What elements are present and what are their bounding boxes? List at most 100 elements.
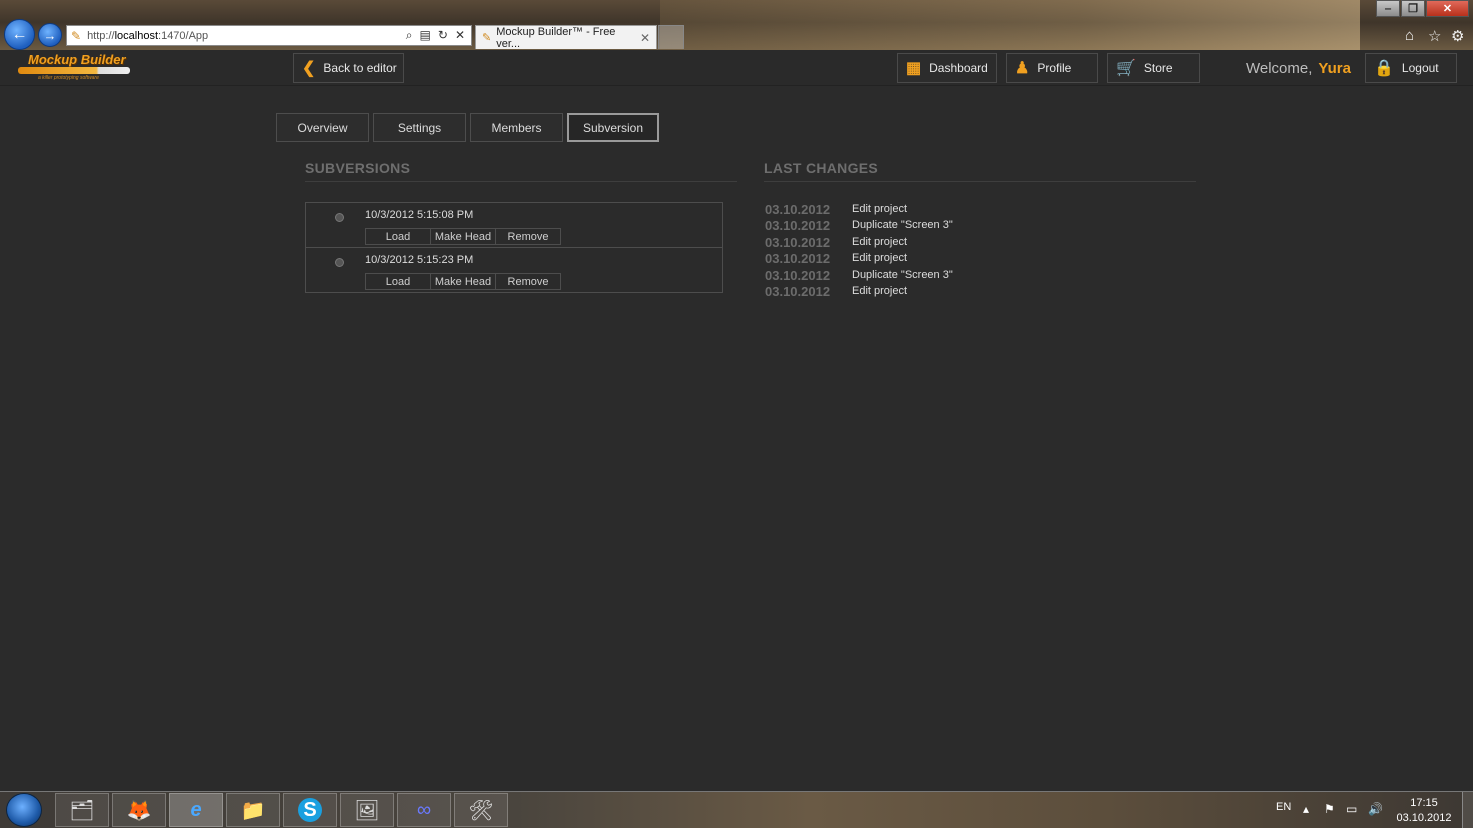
- window-background: [660, 0, 1360, 50]
- load-button[interactable]: Load: [365, 273, 431, 290]
- change-action: Edit project: [852, 236, 908, 248]
- action-center-flag-icon[interactable]: ⚑: [1324, 802, 1335, 816]
- search-icon[interactable]: ⌕: [406, 28, 413, 43]
- change-date: 03.10.2012: [765, 251, 831, 266]
- back-to-editor-label: Back to editor: [323, 61, 397, 75]
- subversion-item: 10/3/2012 5:15:08 PM Load Make Head Remo…: [305, 202, 723, 248]
- tab-title: Mockup Builder™ - Free ver...: [496, 25, 616, 50]
- logout-button[interactable]: 🔒 Logout: [1365, 53, 1457, 83]
- logo-title: Mockup Builder: [28, 52, 126, 67]
- user-name: Yura: [1318, 60, 1351, 77]
- chevron-left-icon: ❮: [302, 60, 316, 77]
- welcome-message: Welcome, Yura: [1246, 60, 1351, 77]
- infinity-app-icon[interactable]: ∞: [397, 793, 451, 827]
- clock-date: 03.10.2012: [1396, 812, 1452, 824]
- start-button[interactable]: [6, 793, 42, 827]
- last-changes-heading: LAST CHANGES: [764, 160, 879, 176]
- shopping-cart-icon: 🛒: [1116, 60, 1136, 77]
- back-to-editor-button[interactable]: ❮ Back to editor: [293, 53, 404, 83]
- change-row: 03.10.2012 Edit project: [765, 202, 907, 217]
- subversion-item: 10/3/2012 5:15:23 PM Load Make Head Remo…: [305, 247, 723, 293]
- arrow-left-icon: ←: [11, 25, 28, 43]
- change-date: 03.10.2012: [765, 268, 831, 283]
- skype-icon[interactable]: S: [283, 793, 337, 827]
- pencil-icon: [18, 67, 130, 74]
- image-viewer-icon[interactable]: 🖼: [340, 793, 394, 827]
- mockup-builder-logo[interactable]: Mockup Builder a killer prototyping soft…: [18, 52, 133, 82]
- change-row: 03.10.2012 Edit project: [765, 235, 907, 250]
- network-icon[interactable]: ▭: [1346, 802, 1357, 816]
- change-row: 03.10.2012 Edit project: [765, 251, 907, 266]
- tab-members[interactable]: Members: [470, 113, 563, 142]
- subversions-heading: SUBVERSIONS: [305, 160, 411, 176]
- file-explorer-icon[interactable]: 🗂: [55, 793, 109, 827]
- window-close-button[interactable]: ✕: [1426, 0, 1469, 17]
- change-row: 03.10.2012 Duplicate "Screen 3": [765, 268, 953, 283]
- load-button[interactable]: Load: [365, 228, 431, 245]
- logout-label: Logout: [1401, 61, 1439, 75]
- change-action: Edit project: [852, 252, 908, 264]
- subversion-actions: Load Make Head Remove: [365, 228, 561, 245]
- divider: [764, 181, 1196, 182]
- tab-favicon-icon: ✎: [482, 32, 492, 44]
- profile-button[interactable]: ♟ Profile: [1006, 53, 1098, 83]
- change-date: 03.10.2012: [765, 202, 831, 217]
- show-desktop-button[interactable]: [1462, 792, 1473, 828]
- firefox-icon[interactable]: 🦊: [112, 793, 166, 827]
- radio-button[interactable]: [335, 258, 344, 267]
- compat-view-icon[interactable]: ▤: [420, 28, 431, 43]
- dashboard-label: Dashboard: [929, 61, 988, 75]
- tab-overview[interactable]: Overview: [276, 113, 369, 142]
- tab-subversion[interactable]: Subversion: [567, 113, 659, 142]
- change-row: 03.10.2012 Edit project: [765, 284, 907, 299]
- radio-button[interactable]: [335, 213, 344, 222]
- address-bar[interactable]: ✎ http://localhost:1470/App ⌕ ▤ ↻ ✕: [66, 25, 472, 46]
- welcome-label: Welcome,: [1246, 60, 1313, 77]
- browser-back-button[interactable]: ←: [4, 19, 35, 50]
- user-icon: ♟: [1015, 60, 1030, 77]
- profile-label: Profile: [1037, 61, 1072, 75]
- window-maximize-button[interactable]: ❐: [1401, 0, 1425, 17]
- stop-icon[interactable]: ✕: [455, 28, 465, 43]
- volume-icon[interactable]: 🔊: [1368, 802, 1383, 816]
- language-indicator[interactable]: EN: [1276, 801, 1291, 813]
- logo-subtitle: a killer prototyping software: [38, 75, 99, 81]
- dashboard-button[interactable]: ▦ Dashboard: [897, 53, 997, 83]
- internet-explorer-icon[interactable]: e: [169, 793, 223, 827]
- make-head-button[interactable]: Make Head: [430, 228, 496, 245]
- window-minimize-button[interactable]: ‒: [1376, 0, 1400, 17]
- change-action: Duplicate "Screen 3": [852, 269, 953, 281]
- folder-icon[interactable]: 📁: [226, 793, 280, 827]
- arrow-right-icon: →: [43, 27, 57, 43]
- subversion-date: 10/3/2012 5:15:23 PM: [365, 254, 474, 266]
- change-date: 03.10.2012: [765, 284, 831, 299]
- url-path: :1470/App: [158, 29, 209, 42]
- subversion-date: 10/3/2012 5:15:08 PM: [365, 209, 474, 221]
- change-date: 03.10.2012: [765, 218, 831, 233]
- chevron-up-icon[interactable]: ▴: [1303, 802, 1309, 816]
- divider: [305, 181, 737, 182]
- remove-button[interactable]: Remove: [495, 228, 561, 245]
- system-clock[interactable]: 17:15 03.10.2012: [1396, 796, 1452, 826]
- tab-close-icon[interactable]: ✕: [640, 31, 650, 45]
- store-label: Store: [1143, 61, 1173, 75]
- tools-icon[interactable]: 🛠: [454, 793, 508, 827]
- new-tab-button[interactable]: [658, 25, 684, 49]
- url-host: localhost: [114, 29, 159, 42]
- browser-forward-button[interactable]: →: [38, 23, 62, 47]
- browser-tab[interactable]: ✎ Mockup Builder™ - Free ver... ✕: [475, 25, 657, 50]
- make-head-button[interactable]: Make Head: [430, 273, 496, 290]
- tab-settings[interactable]: Settings: [373, 113, 466, 142]
- remove-button[interactable]: Remove: [495, 273, 561, 290]
- gear-icon[interactable]: ⚙: [1451, 27, 1464, 45]
- store-button[interactable]: 🛒 Store: [1107, 53, 1200, 83]
- url-prefix: http://: [87, 29, 115, 42]
- change-row: 03.10.2012 Duplicate "Screen 3": [765, 218, 953, 233]
- favorites-star-icon[interactable]: ☆: [1428, 27, 1441, 45]
- change-action: Edit project: [852, 285, 908, 297]
- change-action: Edit project: [852, 203, 908, 215]
- home-icon[interactable]: ⌂: [1405, 27, 1414, 44]
- change-action: Duplicate "Screen 3": [852, 219, 953, 231]
- subversion-actions: Load Make Head Remove: [365, 273, 561, 290]
- refresh-icon[interactable]: ↻: [438, 28, 448, 43]
